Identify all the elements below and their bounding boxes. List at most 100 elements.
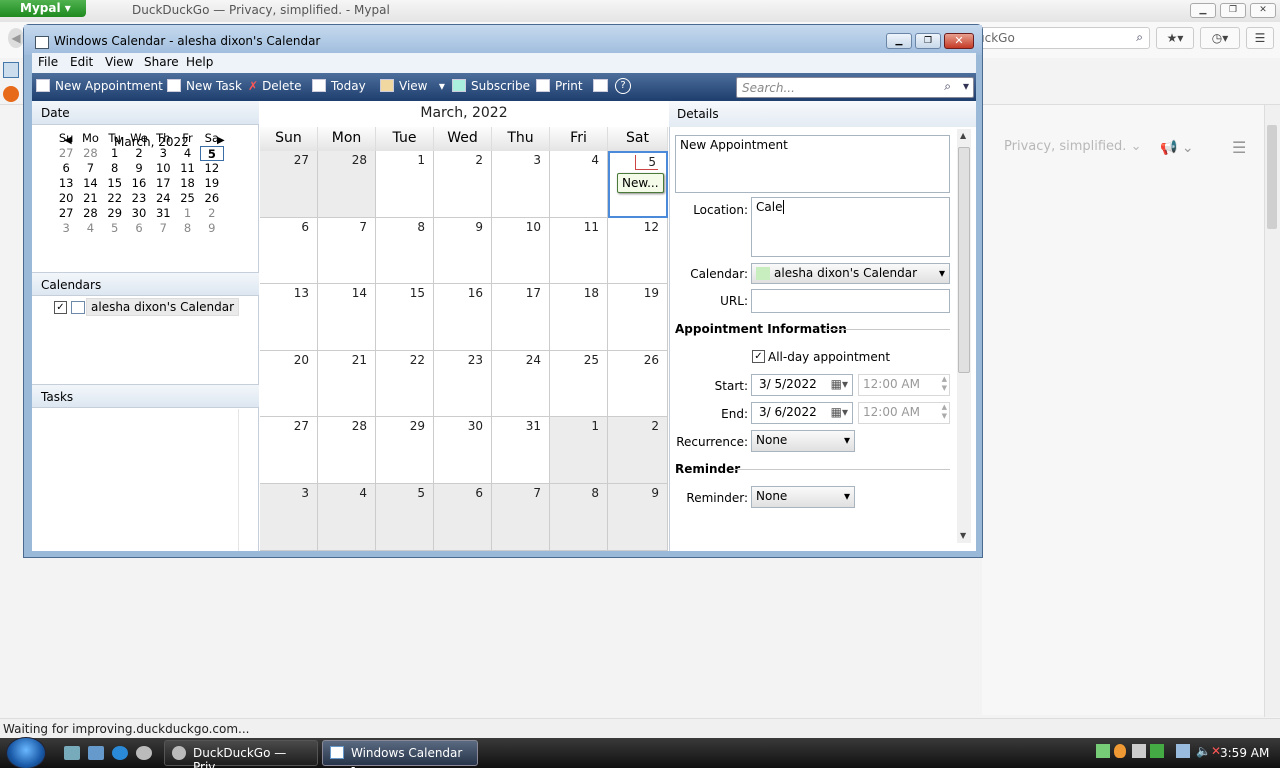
month-day-cell[interactable]: 1 — [376, 151, 434, 218]
mini-day[interactable]: 13 — [54, 176, 78, 191]
page-scrollbar-thumb[interactable] — [1267, 125, 1277, 229]
mini-day[interactable]: 22 — [103, 191, 127, 206]
month-day-cell[interactable]: 15 — [376, 284, 434, 351]
mini-day[interactable]: 2 — [127, 146, 151, 161]
today-button[interactable]: Today — [312, 79, 366, 93]
month-day-cell[interactable]: 7 — [318, 217, 376, 285]
mini-day[interactable]: 26 — [200, 191, 224, 206]
month-day-cell[interactable]: 9 — [608, 484, 668, 551]
browser-search-box[interactable]: uckGo ⌕ — [970, 27, 1150, 49]
contacts-button[interactable] — [593, 79, 613, 93]
mini-day[interactable]: 20 — [54, 191, 78, 206]
calendar-select[interactable]: alesha dixon's Calendar ▾ — [751, 263, 950, 284]
ddg-tagline[interactable]: Privacy, simplified. ⌄ — [1004, 139, 1141, 154]
hamburger-menu-icon[interactable]: ☰ — [1232, 138, 1246, 157]
mini-day[interactable]: 12 — [200, 161, 224, 176]
calendar-picker-icon[interactable]: ▦▾ — [831, 377, 848, 391]
print-button[interactable]: Print — [536, 79, 583, 93]
month-day-cell[interactable]: 4 — [318, 484, 376, 551]
mini-day[interactable]: 8 — [103, 161, 127, 176]
start-date-picker[interactable]: 3/ 5/2022 ▦▾ — [751, 374, 853, 396]
month-day-cell[interactable]: 8 — [376, 217, 434, 285]
tray-icon-3[interactable] — [1132, 744, 1146, 758]
menu-view[interactable]: View — [105, 55, 133, 69]
network-icon[interactable] — [1176, 744, 1190, 758]
month-day-cell[interactable]: 21 — [318, 350, 376, 418]
mini-day[interactable]: 5 — [199, 146, 224, 161]
month-day-cell[interactable]: 6 — [260, 217, 318, 285]
month-day-cell[interactable]: 29 — [376, 417, 434, 484]
month-day-cell[interactable]: 2 — [608, 417, 668, 484]
month-day-cell[interactable]: 28 — [318, 417, 376, 484]
close-button[interactable]: ✕ — [1250, 3, 1276, 18]
mini-day[interactable]: 24 — [151, 191, 175, 206]
month-day-cell[interactable]: 1 — [550, 417, 608, 484]
mini-day[interactable]: 15 — [103, 176, 127, 191]
month-day-cell[interactable]: 27 — [260, 417, 318, 484]
calendar-minimize-button[interactable]: ▁ — [886, 33, 912, 49]
delete-button[interactable]: ✗ Delete — [248, 79, 302, 93]
month-day-cell[interactable]: 20 — [260, 350, 318, 418]
megaphone-icon[interactable]: 📢 ⌄ — [1160, 140, 1194, 156]
app-menu-button[interactable]: Mypal ▾ — [0, 0, 86, 17]
mini-day[interactable]: 6 — [127, 221, 151, 236]
show-desktop-icon[interactable] — [64, 746, 80, 760]
month-day-cell[interactable]: 18 — [550, 284, 608, 351]
recurrence-select[interactable]: None ▾ — [751, 430, 855, 452]
internet-explorer-icon[interactable] — [112, 746, 128, 760]
menu-edit[interactable]: Edit — [70, 55, 93, 69]
month-day-cell[interactable]: 3 — [492, 151, 550, 218]
calendar-visible-checkbox[interactable]: ✓ — [54, 301, 67, 314]
mini-day[interactable]: 11 — [175, 161, 199, 176]
minimize-button[interactable]: ▁ — [1190, 3, 1216, 18]
location-input[interactable]: Cale — [751, 197, 950, 257]
history-button[interactable]: ◷▾ — [1200, 27, 1240, 49]
end-date-picker[interactable]: 3/ 6/2022 ▦▾ — [751, 402, 853, 424]
new-task-button[interactable]: New Task — [167, 79, 242, 93]
scroll-down-arrow[interactable]: ▼ — [960, 531, 966, 540]
details-scrollbar-thumb[interactable] — [958, 147, 970, 373]
mini-day[interactable]: 23 — [127, 191, 151, 206]
url-input[interactable] — [751, 289, 950, 313]
mini-day[interactable]: 8 — [175, 221, 199, 236]
tray-icon-4[interactable] — [1150, 744, 1164, 758]
mini-day[interactable]: 4 — [175, 146, 199, 161]
month-day-cell[interactable]: 16 — [434, 284, 492, 351]
mini-day[interactable]: 14 — [78, 176, 102, 191]
month-day-cell[interactable]: 19 — [608, 284, 668, 351]
month-day-cell[interactable]: 11 — [550, 217, 608, 285]
month-day-cell[interactable]: 28 — [318, 151, 376, 218]
mini-day[interactable]: 9 — [127, 161, 151, 176]
mini-day[interactable]: 18 — [175, 176, 199, 191]
tray-icon-1[interactable] — [1096, 744, 1110, 758]
month-day-cell[interactable]: 27 — [260, 151, 318, 218]
mini-day[interactable]: 17 — [151, 176, 175, 191]
mini-day[interactable]: 2 — [200, 206, 224, 221]
mini-day[interactable]: 9 — [200, 221, 224, 236]
month-day-cell[interactable]: 9 — [434, 217, 492, 285]
mini-day[interactable]: 3 — [151, 146, 175, 161]
mini-day[interactable]: 21 — [78, 191, 102, 206]
mini-day[interactable]: 6 — [54, 161, 78, 176]
month-day-cell[interactable]: 5 — [376, 484, 434, 551]
start-button[interactable] — [6, 737, 46, 768]
month-day-cell[interactable]: 31 — [492, 417, 550, 484]
taskbar-task-browser[interactable]: DuckDuckGo — Priv... — [164, 740, 318, 768]
mini-day[interactable]: 1 — [103, 146, 127, 161]
taskbar-clock[interactable]: 3:59 AM — [1220, 746, 1269, 760]
mini-day[interactable]: 3 — [54, 221, 78, 236]
month-day-cell[interactable]: 14 — [318, 284, 376, 351]
mini-day[interactable]: 4 — [78, 221, 102, 236]
month-day-cell[interactable]: 13 — [260, 284, 318, 351]
mini-day[interactable]: 7 — [78, 161, 102, 176]
month-day-cell[interactable]: 6 — [434, 484, 492, 551]
month-day-cell[interactable]: 8 — [550, 484, 608, 551]
calendar-list-item[interactable]: alesha dixon's Calendar — [86, 298, 240, 316]
duckduckgo-icon[interactable] — [3, 86, 19, 102]
new-appointment-chip[interactable]: New... — [617, 173, 664, 193]
mini-day[interactable]: 19 — [200, 176, 224, 191]
mini-day[interactable]: 27 — [54, 146, 78, 161]
mypal-icon[interactable] — [136, 746, 152, 760]
mini-day[interactable]: 30 — [127, 206, 151, 221]
month-day-cell[interactable]: 23 — [434, 350, 492, 418]
